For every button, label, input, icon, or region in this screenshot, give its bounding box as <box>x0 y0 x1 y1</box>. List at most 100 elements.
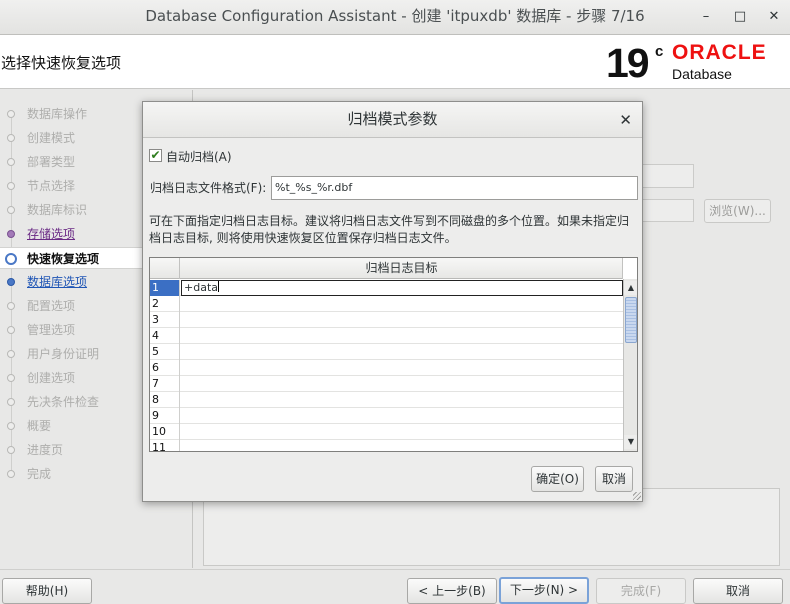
window-close-icon[interactable]: ✕ <box>759 0 789 33</box>
dialog-titlebar: 归档模式参数 ✕ <box>143 102 642 138</box>
help-button[interactable]: 帮助(H) <box>2 578 92 604</box>
table-row[interactable]: 2 <box>150 296 623 312</box>
row-number: 8 <box>150 392 180 408</box>
ok-button[interactable]: 确定(O) <box>531 466 584 492</box>
scroll-down-icon[interactable]: ▼ <box>624 435 637 449</box>
auto-archive-label[interactable]: 自动归档(A) <box>166 148 232 165</box>
destination-cell[interactable]: +data <box>181 280 623 296</box>
destination-cell[interactable] <box>181 440 623 451</box>
dialog-title: 归档模式参数 <box>347 110 438 128</box>
sidebar-step-label: 数据库选项 <box>27 275 88 289</box>
bottom-button-bar: 帮助(H) < 上一步(B) 下一步(N) > 完成(F) 取消 <box>0 569 790 604</box>
background-combo <box>642 164 694 188</box>
sidebar-step-label: 创建选项 <box>27 371 76 385</box>
cancel-button[interactable]: 取消 <box>693 578 783 604</box>
table-row[interactable]: 11 <box>150 440 623 451</box>
text-caret <box>218 281 219 292</box>
table-row[interactable]: 1 +data <box>150 280 623 296</box>
row-number: 2 <box>150 296 180 312</box>
sidebar-step-label: 节点选择 <box>27 179 76 193</box>
destination-cell[interactable] <box>181 424 623 440</box>
sidebar-step-label: 进度页 <box>27 443 64 457</box>
row-number: 7 <box>150 376 180 392</box>
table-row[interactable]: 9 <box>150 408 623 424</box>
maximize-icon[interactable]: □ <box>725 0 755 33</box>
page-title: 选择快速恢复选项 <box>1 54 122 72</box>
table-row[interactable]: 7 <box>150 376 623 392</box>
table-row[interactable]: 10 <box>150 424 623 440</box>
browse-button[interactable]: 浏览(W)... <box>704 199 771 223</box>
background-field <box>642 199 694 222</box>
step-indicator-icon <box>7 374 15 382</box>
logo-version-suffix: c <box>655 43 664 60</box>
finish-button[interactable]: 完成(F) <box>596 578 686 604</box>
scrollbar-thumb[interactable] <box>625 297 637 343</box>
table-scrollbar[interactable]: ▲ ▼ <box>623 279 637 451</box>
archive-format-label: 归档日志文件格式(F): <box>150 181 267 195</box>
destination-cell[interactable] <box>181 296 623 312</box>
step-indicator-icon <box>7 278 15 286</box>
sidebar-step-label: 快速恢复选项 <box>27 252 100 266</box>
row-number: 6 <box>150 360 180 376</box>
destination-cell[interactable] <box>181 312 623 328</box>
step-indicator-icon <box>7 446 15 454</box>
back-button[interactable]: < 上一步(B) <box>407 578 497 604</box>
step-indicator-icon <box>7 206 15 214</box>
table-row[interactable]: 6 <box>150 360 623 376</box>
destination-cell[interactable] <box>181 408 623 424</box>
column-header-destination: 归档日志目标 <box>181 258 623 279</box>
minimize-icon[interactable]: – <box>691 0 721 33</box>
table-header: 归档日志目标 <box>150 258 623 279</box>
row-number: 5 <box>150 344 180 360</box>
table-row[interactable]: 5 <box>150 344 623 360</box>
archive-format-input[interactable]: %t_%s_%r.dbf <box>271 176 638 200</box>
scroll-up-icon[interactable]: ▲ <box>624 281 637 295</box>
step-indicator-icon <box>7 110 15 118</box>
row-number: 9 <box>150 408 180 424</box>
table-row[interactable]: 8 <box>150 392 623 408</box>
destination-cell[interactable] <box>181 344 623 360</box>
step-indicator-icon <box>5 253 17 265</box>
resize-grip-icon[interactable] <box>633 492 641 500</box>
sidebar-step-label: 用户身份证明 <box>27 347 100 361</box>
row-number-header <box>150 258 180 279</box>
step-indicator-icon <box>7 350 15 358</box>
sidebar-step-label: 创建模式 <box>27 131 76 145</box>
destination-cell[interactable] <box>181 328 623 344</box>
dialog-cancel-button[interactable]: 取消 <box>595 466 633 492</box>
table-row[interactable]: 3 <box>150 312 623 328</box>
destination-cell[interactable] <box>181 360 623 376</box>
logo-product: Database <box>672 66 732 82</box>
dialog-close-icon[interactable]: ✕ <box>619 102 632 138</box>
step-indicator-icon <box>7 422 15 430</box>
archive-description: 可在下面指定归档日志目标。建议将归档日志文件写到不同磁盘的多个位置。如果未指定归… <box>149 214 630 245</box>
step-indicator-icon <box>7 182 15 190</box>
auto-archive-checkbox[interactable]: ✔ <box>149 149 162 162</box>
table-row[interactable]: 4 <box>150 328 623 344</box>
sidebar-step-label: 数据库操作 <box>27 107 88 121</box>
step-indicator-icon <box>7 158 15 166</box>
row-number: 11 <box>150 440 180 451</box>
sidebar-step-label: 管理选项 <box>27 323 76 337</box>
sidebar-step-label: 完成 <box>27 467 52 481</box>
sidebar-step-label: 存储选项 <box>27 227 76 241</box>
archive-destination-table[interactable]: 归档日志目标 1 +data 2 3 4 5 6 7 8 9 10 11 ▲ ▼ <box>149 257 638 452</box>
sidebar-step-label: 数据库标识 <box>27 203 88 217</box>
step-indicator-icon <box>7 302 15 310</box>
window-titlebar: Database Configuration Assistant - 创建 'i… <box>0 0 790 35</box>
destination-value: +data <box>184 281 218 294</box>
step-indicator-icon <box>7 326 15 334</box>
destination-cell[interactable] <box>181 392 623 408</box>
row-number: 3 <box>150 312 180 328</box>
logo-brand: ORACLE <box>672 41 767 64</box>
step-indicator-icon <box>7 134 15 142</box>
next-button[interactable]: 下一步(N) > <box>499 577 589 604</box>
row-number: 4 <box>150 328 180 344</box>
window-title: Database Configuration Assistant - 创建 'i… <box>145 7 645 25</box>
step-indicator-icon <box>7 398 15 406</box>
destination-cell[interactable] <box>181 376 623 392</box>
step-indicator-icon <box>7 470 15 478</box>
archive-mode-dialog: 归档模式参数 ✕ ✔ 自动归档(A) 归档日志文件格式(F): %t_%s_%r… <box>142 101 643 502</box>
sidebar-step-label: 概要 <box>27 419 52 433</box>
step-header: 选择快速恢复选项 19 c ORACLE Database <box>0 35 790 89</box>
